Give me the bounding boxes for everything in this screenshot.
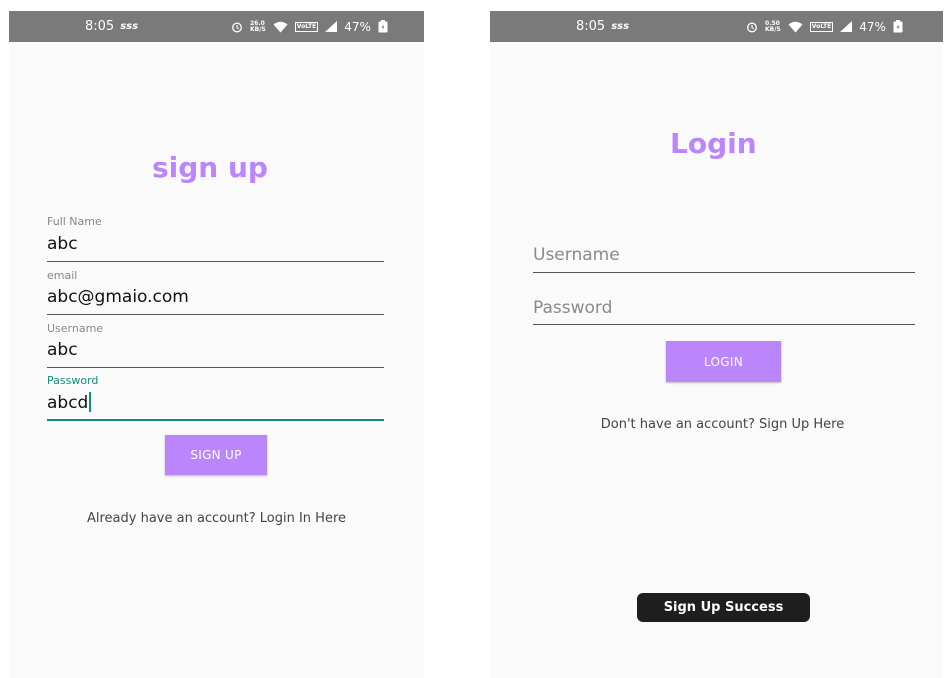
login-screen: 8:05 sss 0.50 KB/S VoLTE 47% Login Usern…: [490, 11, 943, 678]
status-time-group: 8:05 sss: [576, 19, 629, 34]
status-bar: 8:05 sss 26.0 KB/S VoLTE 47%: [9, 11, 424, 42]
volte-badge: VoLTE: [294, 21, 319, 32]
battery-icon: [378, 20, 388, 33]
email-field[interactable]: email abc@gmaio.com: [47, 269, 384, 315]
wifi-icon: [788, 21, 803, 33]
full-name-field[interactable]: Full Name abc: [47, 215, 384, 262]
password-value-wrap: abcd: [47, 392, 92, 413]
username-label: Username: [47, 322, 104, 335]
netspeed-indicator: 0.50 KB/S: [765, 19, 781, 33]
status-icons: 26.0 KB/S VoLTE 47%: [231, 20, 388, 34]
username-field[interactable]: Username abc: [47, 322, 384, 368]
full-name-label: Full Name: [47, 215, 102, 228]
netspeed-indicator: 26.0 KB/S: [250, 19, 266, 33]
battery-percent: 47%: [344, 19, 371, 34]
status-time-group: 8:05 sss: [85, 19, 138, 34]
login-link[interactable]: Already have an account? Login In Here: [9, 511, 424, 526]
password-label: Password: [47, 374, 99, 387]
signup-link[interactable]: Don't have an account? Sign Up Here: [490, 417, 943, 432]
text-cursor: [89, 392, 92, 412]
email-label: email: [47, 269, 78, 282]
password-placeholder: Password: [533, 298, 613, 318]
password-field[interactable]: Password abcd: [47, 374, 384, 421]
sign-up-button[interactable]: SIGN UP: [165, 435, 267, 475]
signup-screen: 8:05 sss 26.0 KB/S VoLTE 47% sign up Ful…: [9, 11, 424, 678]
login-username-field[interactable]: Username: [533, 243, 915, 273]
status-icons: 0.50 KB/S VoLTE 47%: [746, 20, 903, 34]
full-name-value: abc: [47, 234, 78, 254]
signal-icon: [325, 21, 338, 32]
sign-up-success-toast: Sign Up Success: [637, 593, 810, 622]
login-title: Login: [670, 127, 757, 160]
login-password-field[interactable]: Password: [533, 296, 915, 325]
username-value: abc: [47, 340, 78, 360]
carrier-label: sss: [611, 21, 630, 32]
login-button[interactable]: LOGIN: [666, 341, 781, 382]
volte-badge: VoLTE: [809, 21, 834, 32]
signup-title: sign up: [152, 151, 268, 184]
signal-icon: [840, 21, 853, 32]
status-time: 8:05: [85, 19, 115, 34]
alarm-icon: [231, 21, 243, 33]
password-value: abcd: [47, 393, 89, 413]
carrier-label: sss: [120, 21, 139, 32]
username-placeholder: Username: [533, 245, 620, 265]
status-time: 8:05: [576, 19, 606, 34]
battery-icon: [893, 20, 903, 33]
status-bar: 8:05 sss 0.50 KB/S VoLTE 47%: [490, 11, 943, 42]
email-value: abc@gmaio.com: [47, 287, 189, 307]
battery-percent: 47%: [859, 19, 886, 34]
alarm-icon: [746, 21, 758, 33]
wifi-icon: [273, 21, 288, 33]
